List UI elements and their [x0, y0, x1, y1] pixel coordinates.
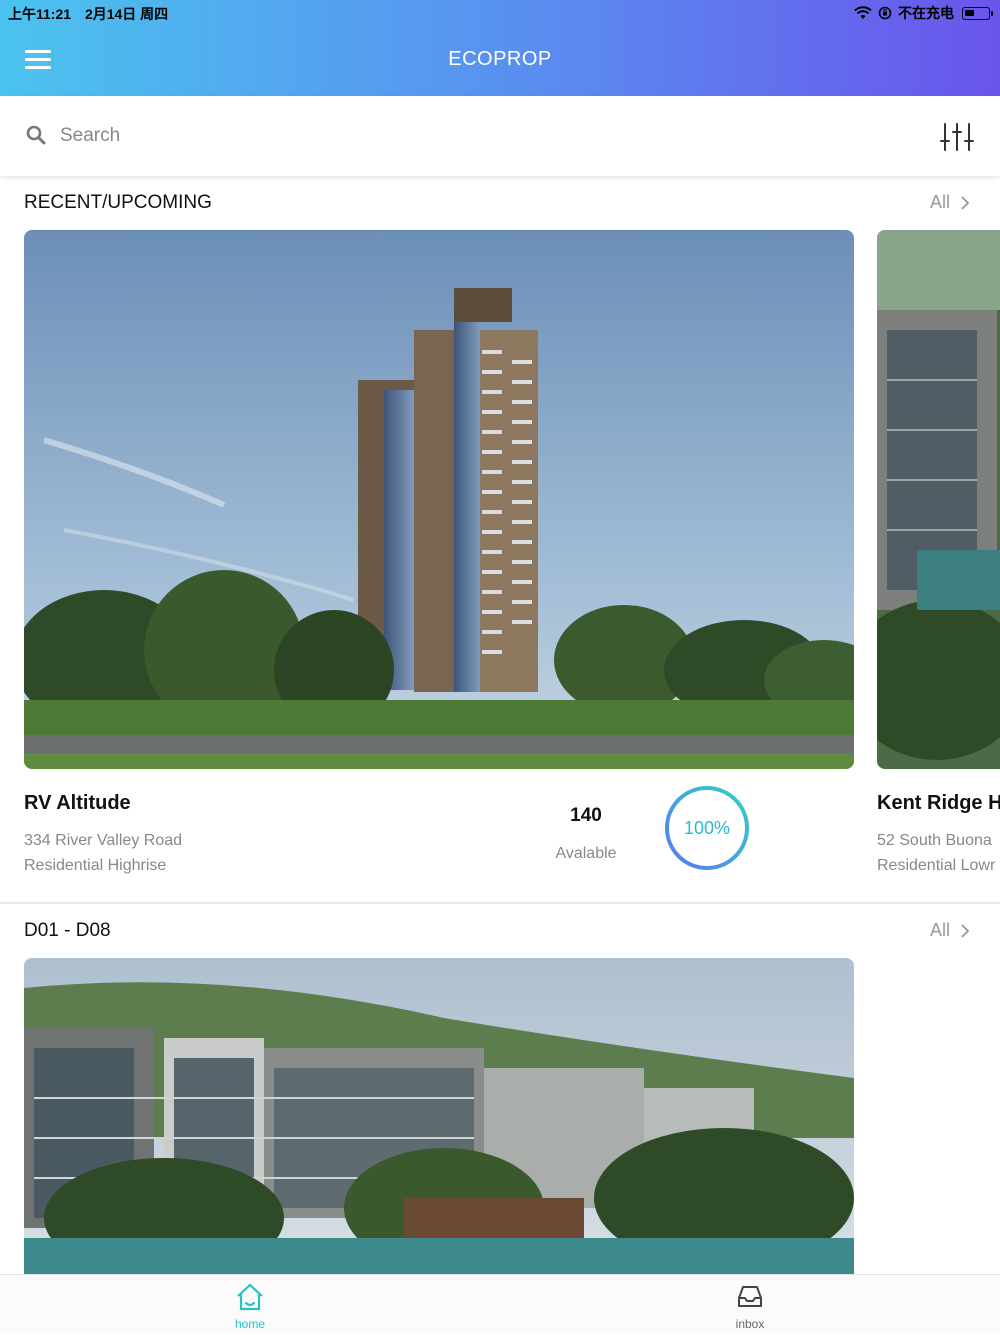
- property-address: 52 South Buona: [877, 832, 992, 849]
- section-header-recent: RECENT/UPCOMING All: [24, 192, 976, 216]
- section-header-district: D01 - D08 All: [24, 920, 976, 944]
- property-image-kent-ridge[interactable]: [877, 230, 1000, 769]
- inbox-icon: [738, 1286, 762, 1307]
- property-name[interactable]: Kent Ridge H: [877, 792, 1000, 815]
- section-title: D01 - D08: [24, 920, 111, 941]
- orientation-lock-icon: [878, 6, 892, 20]
- available-label: Avalable: [555, 845, 617, 862]
- see-all-label: All: [929, 192, 950, 212]
- property-type: Residential Lowr: [877, 857, 996, 874]
- section-title: RECENT/UPCOMING: [24, 192, 212, 213]
- search-icon: [26, 125, 46, 145]
- bottom-tab-bar: home inbox: [0, 1274, 1000, 1334]
- see-all-label: All: [929, 920, 950, 940]
- property-name[interactable]: RV Altitude: [24, 792, 131, 815]
- search-bar: [0, 96, 1000, 176]
- tab-inbox-label: inbox: [735, 1317, 765, 1331]
- lowrise-photo: [877, 230, 1000, 769]
- available-count: 140: [570, 805, 602, 826]
- see-all-recent-button[interactable]: All: [930, 192, 970, 213]
- tab-inbox[interactable]: inbox: [710, 1275, 790, 1335]
- see-all-district-button[interactable]: All: [930, 920, 970, 941]
- tab-home-label: home: [234, 1317, 266, 1331]
- home-icon: [237, 1283, 263, 1311]
- property-image-district[interactable]: [24, 958, 854, 1278]
- section-divider: [0, 902, 1000, 904]
- chevron-right-icon: [961, 923, 970, 938]
- charging-status: 不在充电: [898, 5, 954, 21]
- search-input[interactable]: [60, 120, 660, 152]
- status-bar: 上午11:21 2月14日 周四 不在充电: [0, 0, 1000, 24]
- condo-photo: [24, 958, 854, 1278]
- chevron-right-icon: [961, 195, 970, 210]
- wifi-icon: [854, 6, 872, 19]
- app-header: 上午11:21 2月14日 周四 不在充电 ECOPROP: [0, 0, 1000, 96]
- status-time: 上午11:21: [8, 6, 72, 22]
- status-date: 2月14日 周四: [84, 6, 169, 22]
- property-image-rv-altitude[interactable]: [24, 230, 854, 769]
- progress-percent: 100%: [683, 818, 731, 838]
- app-title: ECOPROP: [448, 48, 552, 70]
- battery-icon: [962, 6, 993, 20]
- property-address: 334 River Valley Road: [24, 832, 183, 849]
- tab-home[interactable]: home: [210, 1275, 290, 1335]
- tower-photo: [24, 230, 854, 769]
- property-type: Residential Highrise: [24, 857, 167, 874]
- filter-sliders-icon[interactable]: [940, 122, 974, 152]
